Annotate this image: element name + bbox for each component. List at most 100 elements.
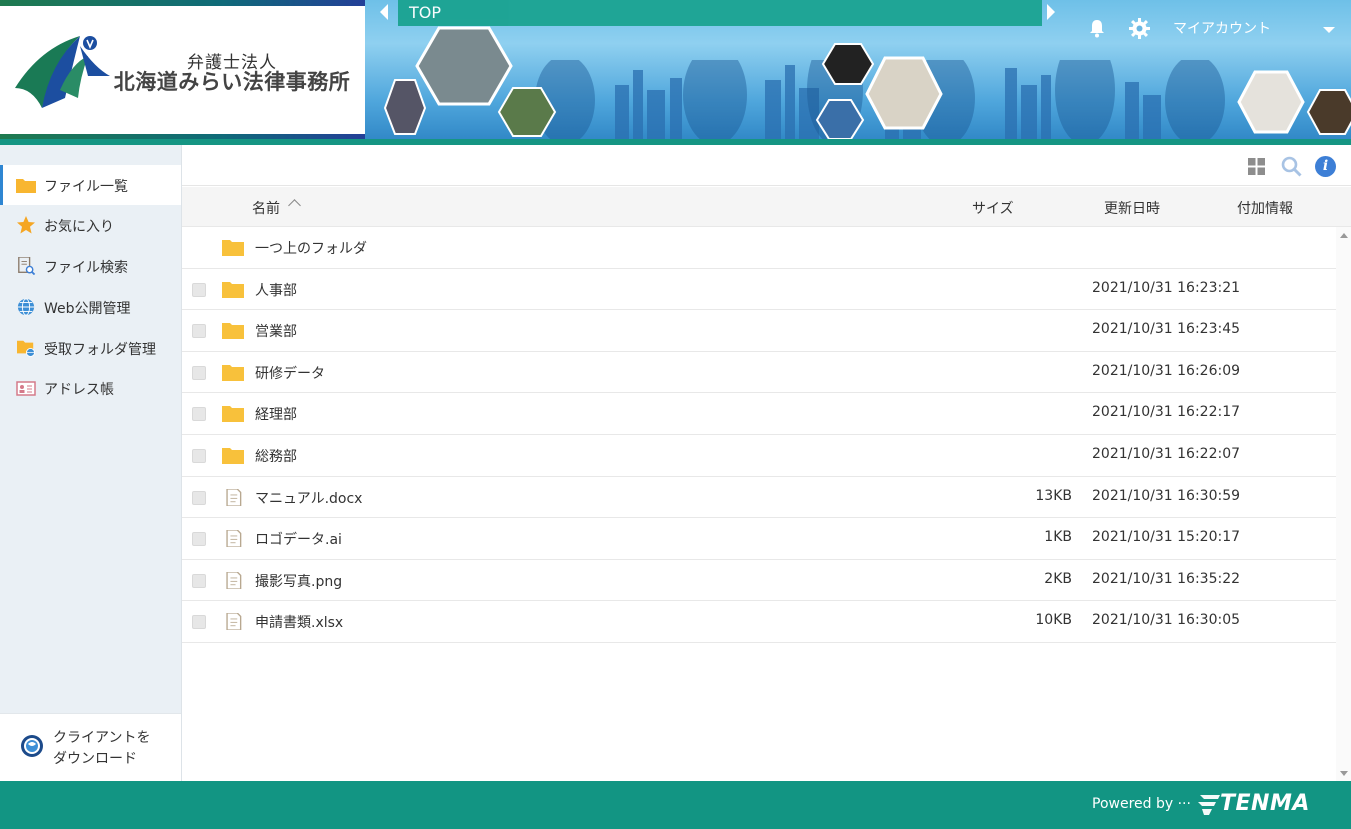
row-checkbox[interactable] (192, 365, 206, 380)
folder-icon (222, 281, 244, 298)
row-checkbox[interactable] (192, 615, 206, 630)
file-name[interactable]: 申請書類.xlsx (255, 612, 343, 632)
document-icon (226, 488, 242, 506)
file-name[interactable]: 総務部 (255, 446, 297, 466)
globe-icon (17, 298, 35, 316)
breadcrumb[interactable]: TOP (398, 0, 1042, 26)
gear-icon[interactable] (1129, 18, 1150, 39)
breadcrumb-next-icon[interactable] (1047, 4, 1055, 20)
download-client-button[interactable]: クライアントを ダウンロード (0, 713, 181, 781)
row-checkbox[interactable] (192, 532, 206, 547)
scroll-down-icon[interactable] (1340, 771, 1348, 776)
column-header-updated[interactable]: 更新日時 (1104, 198, 1160, 218)
sidebar-item-label: アドレス帳 (44, 382, 114, 398)
address-book-icon (16, 381, 36, 396)
row-checkbox[interactable] (192, 490, 206, 505)
sidebar-item-file-search[interactable]: ファイル検索 (0, 246, 181, 286)
star-icon (17, 216, 35, 234)
folder-icon (222, 364, 244, 381)
logo[interactable]: 弁護士法人 北海道みらい法律事務所 (0, 0, 365, 145)
table-row[interactable]: 研修データ 2021/10/31 16:26:09 (182, 352, 1336, 394)
column-header-name[interactable]: 名前 (252, 198, 280, 218)
file-size: 13KB (1035, 487, 1072, 504)
tenma-logo-icon (1198, 795, 1220, 815)
sidebar-item-receive-folder[interactable]: 受取フォルダ管理 (0, 328, 181, 368)
file-name[interactable]: 経理部 (255, 404, 297, 424)
firm-logo-icon (15, 36, 110, 108)
row-checkbox[interactable] (192, 324, 206, 339)
file-updated: 2021/10/31 16:30:05 (1092, 612, 1241, 629)
sidebar: ファイル一覧 お気に入り ファイル検索 Web公開管理 受取フォルダ管理 アドレ… (0, 145, 182, 781)
table-row[interactable]: ロゴデータ.ai 1KB 2021/10/31 15:20:17 (182, 518, 1336, 560)
table-row[interactable]: 人事部 2021/10/31 16:23:21 (182, 269, 1336, 311)
breadcrumb-label[interactable]: TOP (409, 3, 441, 22)
download-client-label: クライアントを (53, 730, 151, 746)
folder-icon (222, 447, 244, 464)
powered-by-text: Powered by ··· (1092, 796, 1191, 812)
table-row[interactable]: 総務部 2021/10/31 16:22:07 (182, 435, 1336, 477)
file-name[interactable]: ロゴデータ.ai (255, 529, 342, 549)
sidebar-item-favorites[interactable]: お気に入り (0, 205, 181, 245)
sidebar-item-address-book[interactable]: アドレス帳 (0, 368, 181, 408)
file-name[interactable]: 研修データ (255, 363, 325, 383)
vertical-scrollbar[interactable] (1336, 227, 1351, 781)
parent-folder-row[interactable]: 一つ上のフォルダ (182, 227, 1336, 269)
file-name[interactable]: マニュアル.docx (255, 488, 362, 508)
toolbar: i (182, 145, 1351, 186)
sidebar-item-label: 受取フォルダ管理 (44, 342, 156, 358)
info-icon[interactable]: i (1315, 156, 1336, 177)
scroll-up-icon[interactable] (1340, 233, 1348, 238)
grid-view-icon[interactable] (1248, 158, 1265, 175)
table-row[interactable]: マニュアル.docx 13KB 2021/10/31 16:30:59 (182, 477, 1336, 519)
sidebar-item-label: お気に入り (44, 219, 114, 235)
document-icon (226, 571, 242, 589)
table-row[interactable]: 申請書類.xlsx 10KB 2021/10/31 16:30:05 (182, 601, 1336, 643)
table-header: 名前 サイズ 更新日時 付加情報 (182, 187, 1351, 227)
receive-folder-icon (17, 340, 35, 357)
bell-icon[interactable] (1088, 18, 1106, 38)
chevron-down-icon[interactable] (1323, 27, 1335, 33)
search-icon[interactable] (1281, 156, 1302, 177)
file-updated: 2021/10/31 16:22:07 (1092, 445, 1241, 462)
folder-icon (222, 323, 244, 340)
file-updated: 2021/10/31 16:23:45 (1092, 321, 1241, 338)
folder-icon (16, 179, 36, 193)
sort-ascending-icon[interactable] (288, 199, 301, 212)
file-table: 一つ上のフォルダ 人事部 2021/10/31 16:23:21 営業部 202… (182, 227, 1336, 643)
column-header-size[interactable]: サイズ (972, 198, 1014, 218)
file-updated: 2021/10/31 16:23:21 (1092, 279, 1241, 296)
file-name[interactable]: 人事部 (255, 280, 297, 300)
download-client-icon (21, 735, 43, 757)
sidebar-item-label: Web公開管理 (44, 301, 131, 317)
row-checkbox[interactable] (192, 407, 206, 422)
table-row[interactable]: 撮影写真.png 2KB 2021/10/31 16:35:22 (182, 560, 1336, 602)
file-name[interactable]: 営業部 (255, 321, 297, 341)
folder-icon (222, 240, 244, 256)
file-updated: 2021/10/31 16:26:09 (1092, 362, 1241, 379)
file-size: 2KB (1044, 570, 1072, 587)
file-updated: 2021/10/31 15:20:17 (1092, 529, 1241, 546)
breadcrumb-prev-icon[interactable] (380, 4, 388, 20)
column-header-extra[interactable]: 付加情報 (1237, 198, 1293, 218)
sidebar-item-label: ファイル検索 (44, 260, 128, 276)
footer: Powered by ··· TENMA (0, 781, 1351, 829)
row-checkbox[interactable] (192, 573, 206, 588)
brand-name[interactable]: TENMA (1220, 791, 1310, 816)
file-size: 10KB (1035, 612, 1072, 629)
sidebar-item-web-publish[interactable]: Web公開管理 (0, 287, 181, 327)
download-client-label: ダウンロード (53, 751, 137, 767)
row-checkbox[interactable] (192, 448, 206, 463)
sidebar-item-file-list[interactable]: ファイル一覧 (0, 165, 181, 205)
file-updated: 2021/10/31 16:22:17 (1092, 404, 1241, 421)
row-checkbox[interactable] (192, 282, 206, 297)
header: 弁護士法人 北海道みらい法律事務所 TOP マイアカウント (0, 0, 1351, 145)
table-row[interactable]: 経理部 2021/10/31 16:22:17 (182, 393, 1336, 435)
file-list-panel: i 名前 サイズ 更新日時 付加情報 一つ上のフォルダ 人事部 2021/10/… (182, 145, 1351, 781)
file-search-icon (18, 257, 36, 275)
logo-title: 北海道みらい法律事務所 (113, 70, 351, 94)
file-updated: 2021/10/31 16:35:22 (1092, 570, 1241, 587)
table-row[interactable]: 営業部 2021/10/31 16:23:45 (182, 310, 1336, 352)
sidebar-item-label: ファイル一覧 (44, 179, 128, 195)
file-name[interactable]: 撮影写真.png (255, 571, 342, 591)
account-menu[interactable]: マイアカウント (1173, 18, 1271, 38)
